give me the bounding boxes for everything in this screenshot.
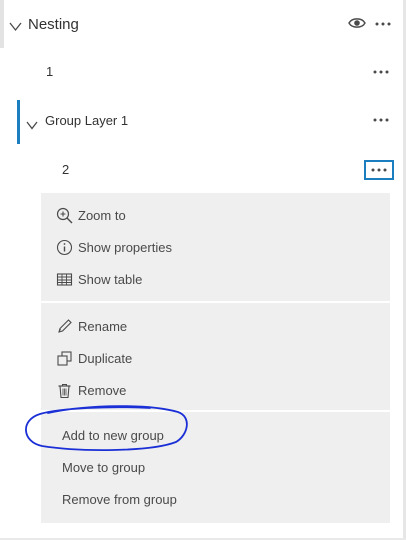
duplicate-icon — [56, 350, 73, 367]
ellipsis-icon — [371, 168, 387, 172]
menu-item-move-to-group[interactable]: Move to group — [62, 460, 145, 475]
menu-item-duplicate[interactable]: Duplicate — [56, 346, 132, 370]
menu-item-rename[interactable]: Rename — [56, 314, 127, 338]
eye-icon[interactable] — [348, 16, 366, 35]
info-icon — [56, 239, 73, 256]
group-options-button[interactable] — [372, 114, 390, 126]
menu-item-label: Rename — [78, 318, 128, 334]
ellipsis-icon — [375, 22, 391, 26]
menu-item-label: Show properties — [78, 239, 172, 255]
trash-icon — [56, 382, 73, 399]
ellipsis-icon — [373, 118, 389, 122]
layer-row-nesting[interactable]: Nesting — [0, 0, 400, 48]
menu-item-remove[interactable]: Remove — [56, 378, 126, 402]
layer-title: 2 — [62, 162, 70, 177]
layer-row-group[interactable]: Group Layer 1 — [0, 104, 400, 138]
layer-list-panel: Nesting 1 Group Layer 1 2 Zoom to Show p… — [0, 0, 406, 540]
menu-item-label: Remove — [78, 382, 127, 398]
menu-item-label: Show table — [78, 271, 143, 287]
layer-2-options-button[interactable] — [364, 160, 394, 180]
layer-title: 1 — [46, 64, 54, 79]
layer-title: Nesting — [28, 16, 79, 33]
table-icon — [56, 271, 73, 288]
caret-down-icon[interactable] — [26, 117, 38, 135]
menu-item-label: Zoom to — [78, 207, 126, 223]
menu-item-show-properties[interactable]: Show properties — [56, 235, 172, 259]
menu-divider — [41, 301, 390, 303]
menu-item-label: Duplicate — [78, 350, 133, 366]
ellipsis-icon — [373, 70, 389, 74]
layer-row-2[interactable]: 2 — [0, 154, 400, 186]
menu-divider — [41, 410, 390, 412]
menu-item-show-table[interactable]: Show table — [56, 267, 142, 291]
menu-item-add-to-new-group[interactable]: Add to new group — [62, 428, 164, 443]
caret-down-icon[interactable] — [9, 19, 22, 37]
root-options-button[interactable] — [374, 18, 392, 30]
layer-1-options-button[interactable] — [372, 66, 390, 78]
layer-title: Group Layer 1 — [45, 113, 129, 128]
menu-item-remove-from-group[interactable]: Remove from group — [62, 492, 177, 507]
pencil-icon — [56, 318, 73, 335]
layer-row-1[interactable]: 1 — [0, 56, 400, 88]
menu-item-zoom-to[interactable]: Zoom to — [56, 203, 126, 227]
zoom-in-icon — [56, 207, 73, 224]
